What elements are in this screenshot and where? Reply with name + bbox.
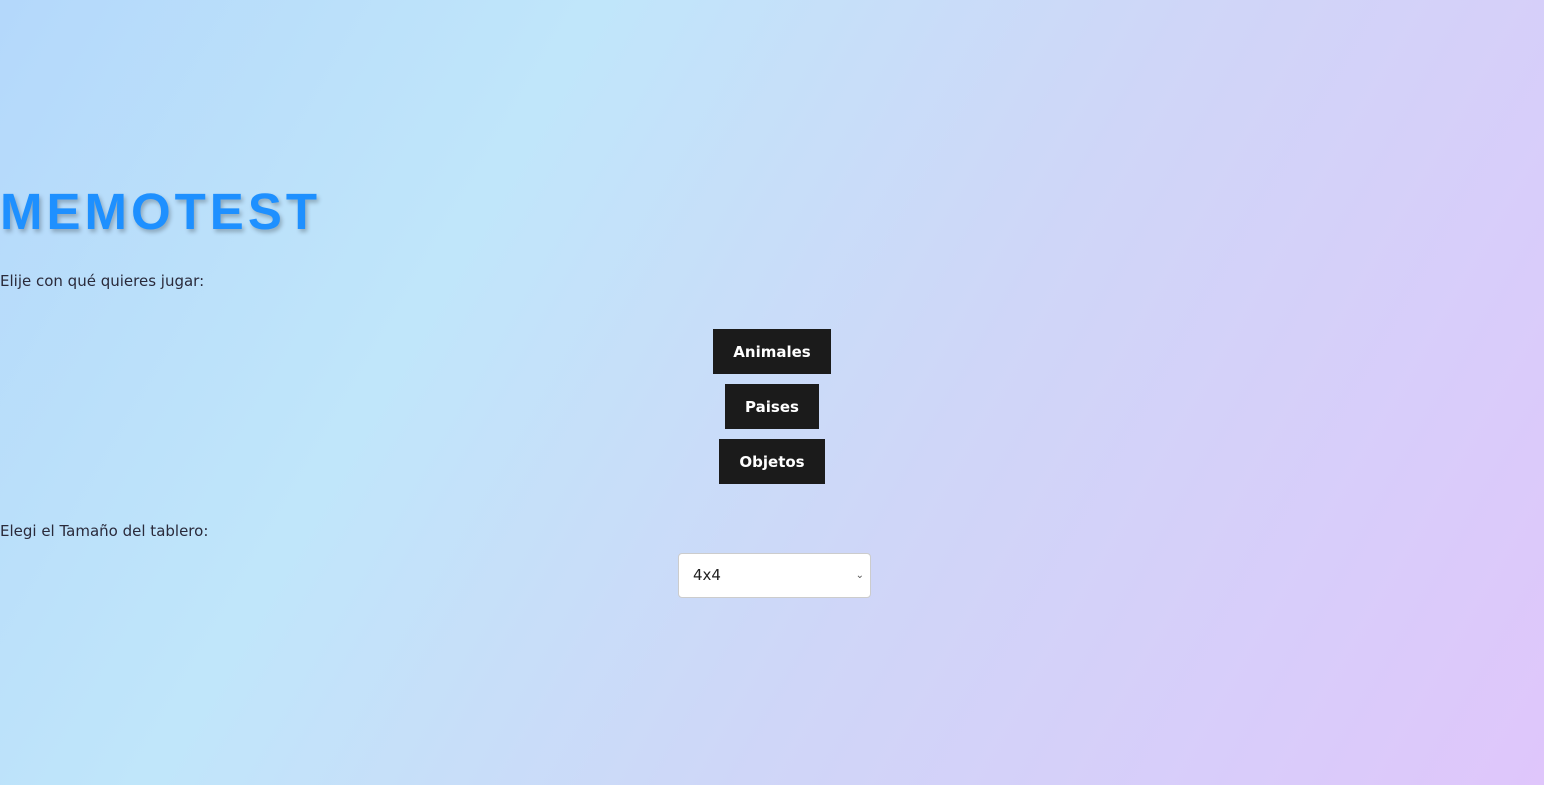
category-buttons: Animales Paises Objetos (0, 329, 1544, 484)
page-title: MEMOTEST (0, 183, 321, 240)
paises-button[interactable]: Paises (725, 384, 819, 429)
board-size-label: Elegi el Tamaño del tablero: (0, 522, 209, 540)
objetos-button[interactable]: Objetos (719, 439, 825, 484)
category-prompt: Elije con qué quieres jugar: (0, 272, 205, 290)
chevron-down-icon: ⌄ (855, 570, 864, 581)
board-size-select[interactable]: 4x4 ⌄ (678, 553, 871, 598)
animales-button[interactable]: Animales (713, 329, 831, 374)
board-size-value: 4x4 (693, 566, 721, 584)
